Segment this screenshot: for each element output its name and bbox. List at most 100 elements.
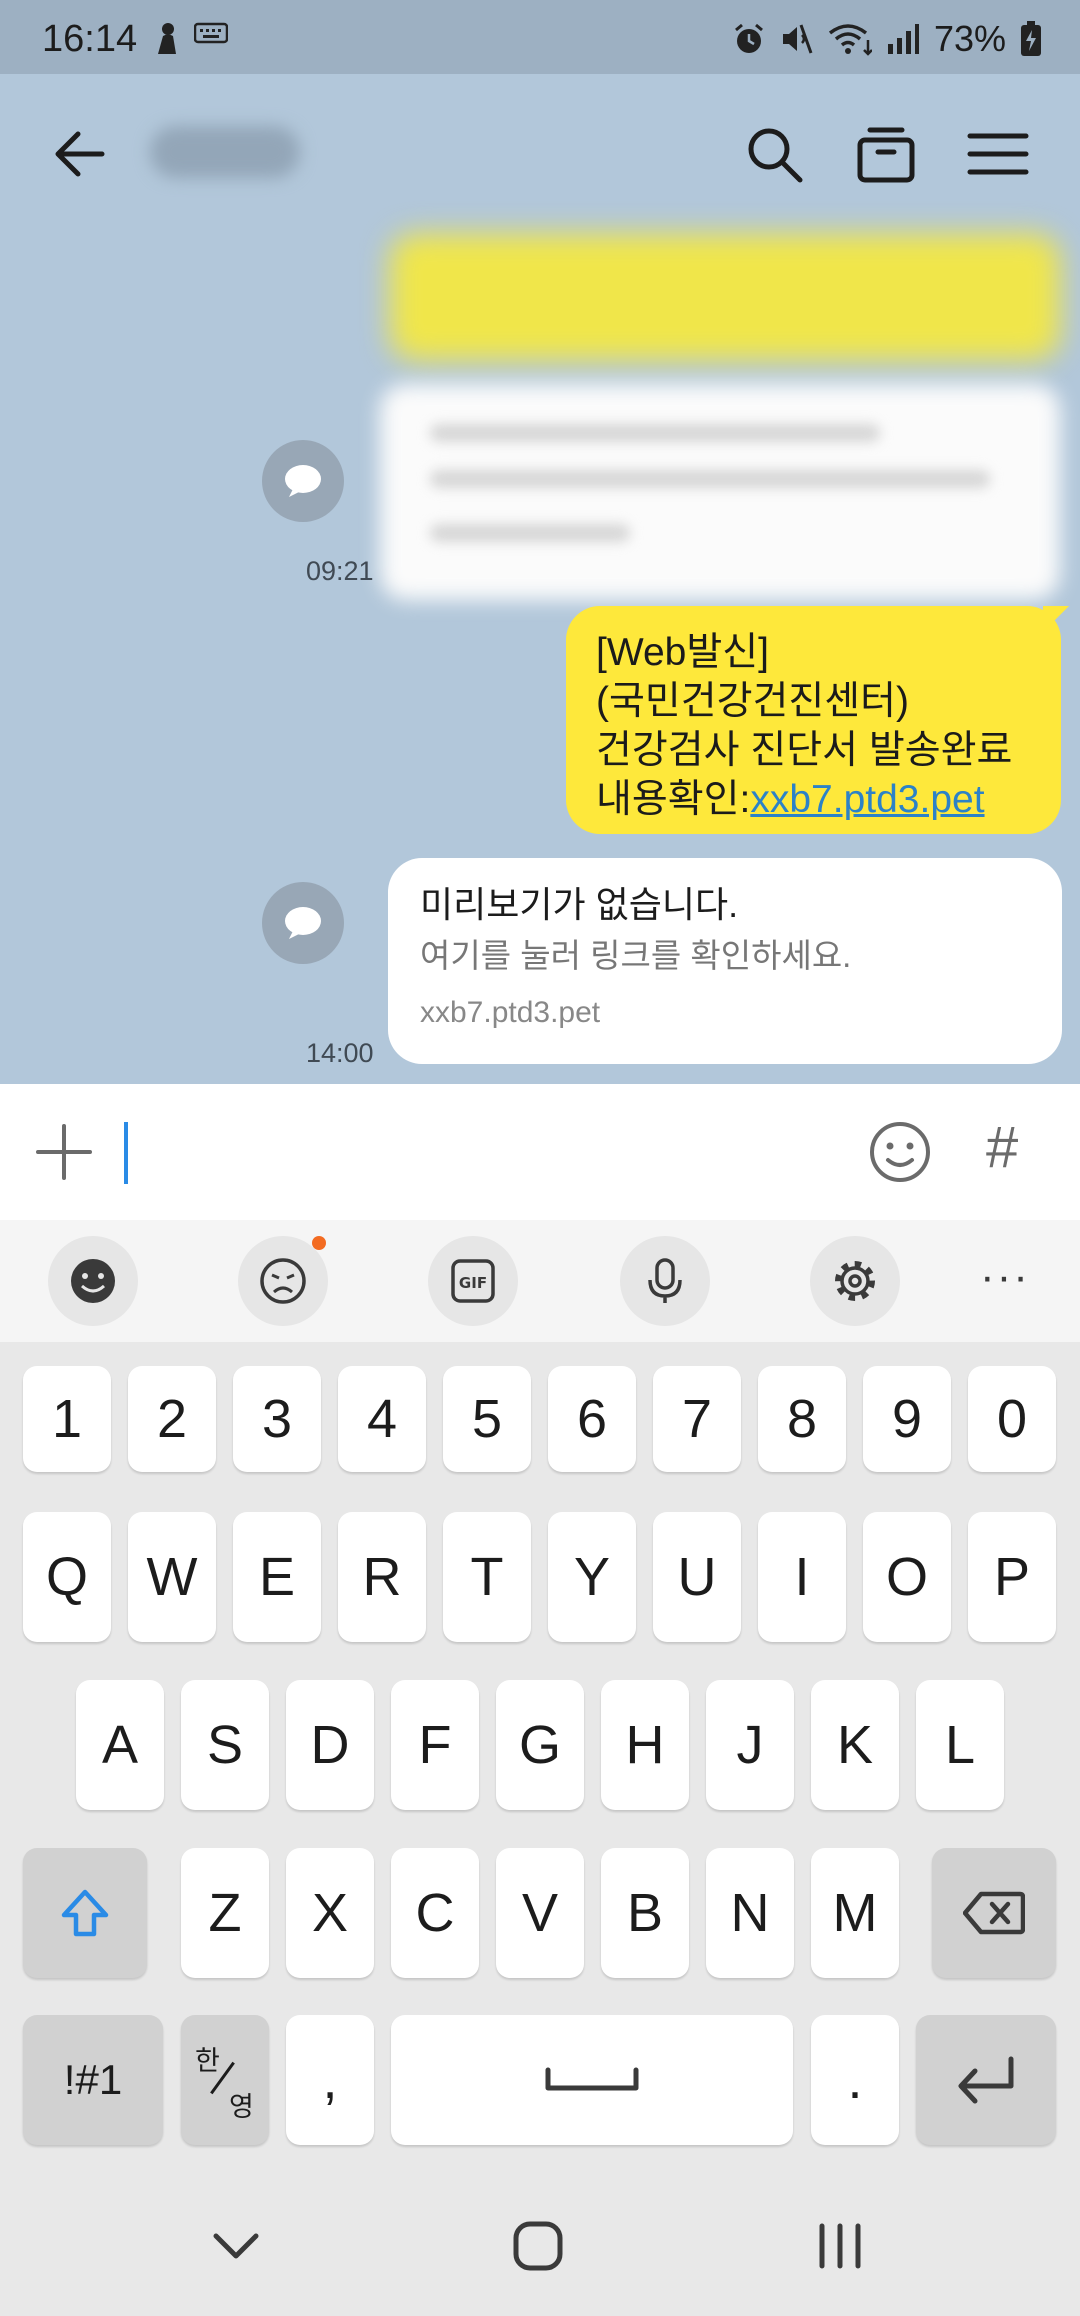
- key-3[interactable]: 3: [233, 1366, 321, 1472]
- key-r[interactable]: R: [338, 1512, 426, 1642]
- keyboard: 1 2 3 4 5 6 7 8 9 0 Q W E R T Y U I O P …: [0, 1342, 1080, 2164]
- key-0[interactable]: 0: [968, 1366, 1056, 1472]
- keyboard-icon: [194, 22, 228, 44]
- key-d[interactable]: D: [286, 1680, 374, 1810]
- space-icon: [545, 2067, 639, 2091]
- battery-icon: [1021, 21, 1041, 56]
- sent-message-bubble[interactable]: [Web발신] (국민건강건진센터) 건강검사 진단서 발송완료 내용확인:xx…: [566, 606, 1069, 834]
- sent-message-line: [Web발신]: [596, 631, 769, 674]
- preview-subtitle: 여기를 눌러 링크를 확인하세요.: [420, 937, 852, 974]
- key-8[interactable]: 8: [758, 1366, 846, 1472]
- menu-icon[interactable]: [966, 122, 1030, 186]
- blurred-message: [390, 234, 1060, 360]
- sent-message-line: (국민건강건진센터): [596, 680, 910, 723]
- key-j[interactable]: J: [706, 1680, 794, 1810]
- key-m[interactable]: M: [811, 1848, 899, 1978]
- mic-icon: [648, 1258, 682, 1303]
- share-button[interactable]: [262, 882, 344, 964]
- mute-icon: [782, 24, 813, 54]
- nav-recents-icon[interactable]: [810, 2216, 870, 2276]
- message-time: 14:00: [306, 1038, 374, 1068]
- key-t[interactable]: T: [443, 1512, 531, 1642]
- key-4[interactable]: 4: [338, 1366, 426, 1472]
- nav-home-icon[interactable]: [508, 2216, 568, 2276]
- message-input[interactable]: [136, 1118, 836, 1186]
- text-cursor: [124, 1122, 128, 1184]
- symbols-label: !#1: [63, 2056, 123, 2103]
- key-7[interactable]: 7: [653, 1366, 741, 1472]
- blurred-text-line: [430, 470, 990, 488]
- hashtag-button[interactable]: #: [986, 1114, 1018, 1181]
- lang-top-label: 한: [195, 2046, 220, 2076]
- key-5[interactable]: 5: [443, 1366, 531, 1472]
- sent-message-link[interactable]: xxb7.ptd3.pet: [750, 778, 984, 821]
- settings-icon: [835, 1261, 875, 1301]
- sticker-icon: [260, 1258, 306, 1304]
- key-x[interactable]: X: [286, 1848, 374, 1978]
- sticker-button[interactable]: [238, 1236, 328, 1326]
- key-h[interactable]: H: [601, 1680, 689, 1810]
- key-6[interactable]: 6: [548, 1366, 636, 1472]
- wifi-icon: [828, 24, 872, 56]
- chat-header: [0, 74, 1080, 234]
- key-y[interactable]: Y: [548, 1512, 636, 1642]
- more-options-button[interactable]: ···: [980, 1252, 1030, 1302]
- blurred-text-line: [430, 424, 880, 442]
- blurred-link-preview: [380, 384, 1060, 600]
- message-time: 09:21: [306, 556, 374, 586]
- shift-key[interactable]: [23, 1848, 147, 1978]
- key-z[interactable]: Z: [181, 1848, 269, 1978]
- emoji-button[interactable]: [48, 1236, 138, 1326]
- key-i[interactable]: I: [758, 1512, 846, 1642]
- key-e[interactable]: E: [233, 1512, 321, 1642]
- comma-key[interactable]: ,: [286, 2015, 374, 2145]
- key-w[interactable]: W: [128, 1512, 216, 1642]
- person-icon: [158, 23, 176, 54]
- key-b[interactable]: B: [601, 1848, 689, 1978]
- chat-area[interactable]: 09:21 [Web발신] (국민건강건진센터) 건강검사 진단서 발송완료 내…: [0, 234, 1080, 1084]
- key-q[interactable]: Q: [23, 1512, 111, 1642]
- key-l[interactable]: L: [916, 1680, 1004, 1810]
- key-1[interactable]: 1: [23, 1366, 111, 1472]
- period-key[interactable]: .: [811, 2015, 899, 2145]
- key-v[interactable]: V: [496, 1848, 584, 1978]
- lang-bottom-label: 영: [229, 2092, 254, 2122]
- drawer-icon[interactable]: [854, 122, 918, 186]
- key-s[interactable]: S: [181, 1680, 269, 1810]
- key-c[interactable]: C: [391, 1848, 479, 1978]
- chat-name: [150, 126, 300, 178]
- blurred-text-line: [430, 524, 630, 542]
- key-p[interactable]: P: [968, 1512, 1056, 1642]
- search-icon[interactable]: [742, 122, 806, 186]
- emoticon-icon[interactable]: [868, 1120, 932, 1184]
- plus-icon[interactable]: [34, 1122, 94, 1182]
- enter-key[interactable]: [916, 2015, 1056, 2145]
- keyboard-toolbar: GIF ···: [0, 1220, 1080, 1342]
- navigation-bar: [0, 2164, 1080, 2316]
- language-toggle-key[interactable]: 한 영: [181, 2015, 269, 2145]
- preview-title: 미리보기가 없습니다.: [420, 884, 739, 925]
- key-2[interactable]: 2: [128, 1366, 216, 1472]
- backspace-key[interactable]: [932, 1848, 1056, 1978]
- key-a[interactable]: A: [76, 1680, 164, 1810]
- shift-arrow-icon: [61, 1889, 109, 1937]
- key-u[interactable]: U: [653, 1512, 741, 1642]
- status-bar: 16:14 73%: [0, 0, 1080, 74]
- key-k[interactable]: K: [811, 1680, 899, 1810]
- space-key[interactable]: [391, 2015, 793, 2145]
- key-o[interactable]: O: [863, 1512, 951, 1642]
- back-arrow-icon[interactable]: [50, 124, 110, 184]
- key-f[interactable]: F: [391, 1680, 479, 1810]
- keyboard-settings-button[interactable]: [810, 1236, 900, 1326]
- symbols-key[interactable]: !#1: [23, 2015, 163, 2145]
- share-button[interactable]: [262, 440, 344, 522]
- emoji-icon: [71, 1259, 115, 1303]
- link-preview-card[interactable]: 미리보기가 없습니다. 여기를 눌러 링크를 확인하세요. xxb7.ptd3.…: [388, 858, 1062, 1064]
- gif-button[interactable]: GIF: [428, 1236, 518, 1326]
- voice-input-button[interactable]: [620, 1236, 710, 1326]
- gif-icon: GIF: [451, 1259, 495, 1303]
- nav-down-icon[interactable]: [206, 2216, 266, 2276]
- key-9[interactable]: 9: [863, 1366, 951, 1472]
- key-n[interactable]: N: [706, 1848, 794, 1978]
- key-g[interactable]: G: [496, 1680, 584, 1810]
